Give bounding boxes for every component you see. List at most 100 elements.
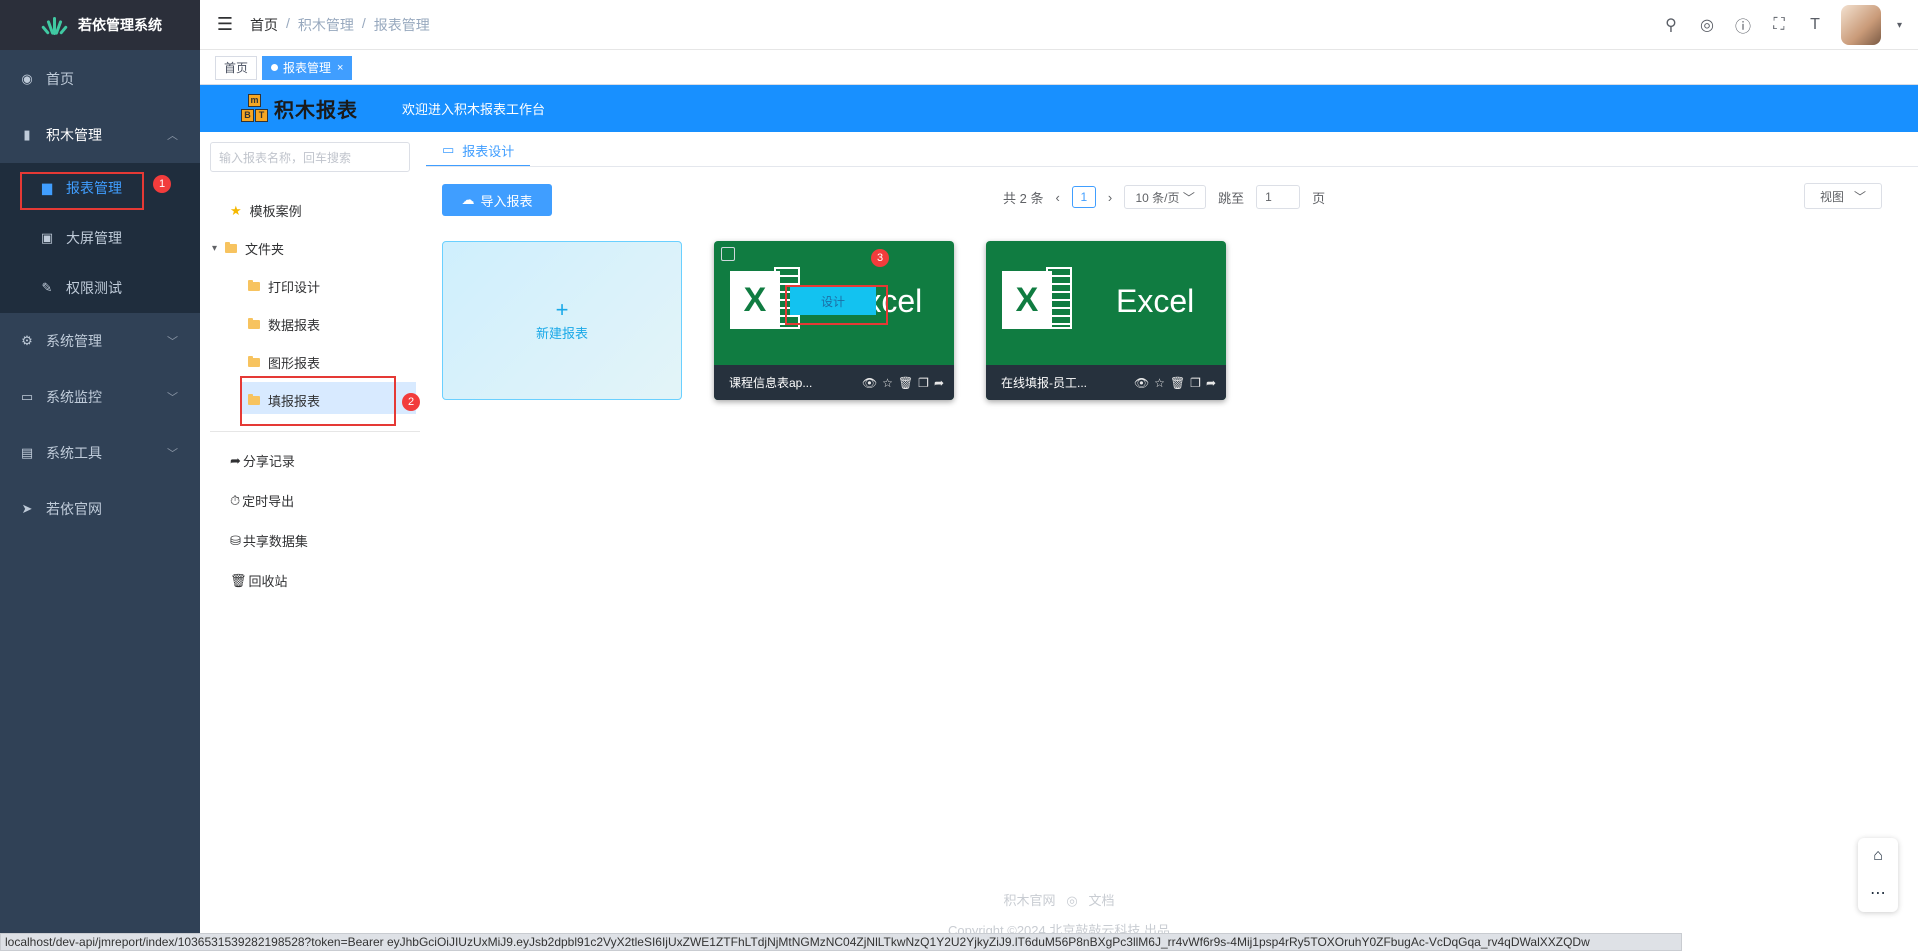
tree-item-template[interactable]: ★ 模板案例 [230,201,302,220]
menu-jimu[interactable]: ▮ 积木管理 ︿ [0,107,200,163]
caret-down-icon[interactable]: ▾ [1897,20,1902,31]
app-logo[interactable]: 若依管理系统 [0,0,200,50]
excel-icon: X [730,271,780,329]
edit-icon: ✎ [41,280,53,295]
plus-icon: + [555,297,569,322]
tree-item-print[interactable]: 打印设计 [248,277,320,296]
menu-monitor[interactable]: ▭ 系统监控 ﹀ [0,369,200,425]
pager-current-page[interactable]: 1 [1071,186,1096,208]
tree-item-folder[interactable]: ▾ 文件夹 [212,239,284,258]
share-icon[interactable]: ➦ [934,376,944,390]
avatar[interactable] [1840,5,1881,45]
toolbox-icon: ▤ [20,445,34,460]
star-outline-icon[interactable]: ☆ [1154,376,1165,390]
import-label: 导入报表 [480,193,533,209]
share-icon: ➦ [230,452,241,468]
tree-item-recycle[interactable]: 🗑 回收站 [230,571,288,590]
menu-tools-label: 系统工具 [46,445,102,461]
close-icon[interactable]: × [337,62,343,74]
pager-unit: 页 [1312,190,1326,206]
eye-icon[interactable]: 👁 [1134,376,1149,390]
import-report-button[interactable]: ☁ 导入报表 [442,184,552,216]
gear-icon: ⚙ [21,333,33,348]
menu-tools[interactable]: ▤ 系统工具 ﹀ [0,425,200,481]
expand-icon[interactable]: ▾ [212,243,217,254]
search-icon[interactable]: ⚲ [1661,15,1681,35]
copy-icon[interactable]: ❐ [1190,376,1201,390]
tree-item-label: 文件夹 [245,242,285,257]
chevron-down-icon: ﹀ [167,448,178,460]
report-tree: 输入报表名称，回车搜索 ★ 模板案例 ▾ 文件夹 打印设计 数据报表 图形报表 … [200,132,430,932]
tree-item-label: 图形报表 [268,356,321,371]
menu-site[interactable]: ➤ 若依官网 [0,481,200,537]
breadcrumb: 首页 / 积木管理 / 报表管理 [250,15,430,35]
more-icon[interactable]: ⋯ [1870,883,1886,903]
navbar-right: ⚲ ◎ ⓘ ⛶ T ▾ [1661,0,1902,50]
excel-icon: X [1002,271,1052,329]
card-checkbox[interactable] [721,247,735,261]
tag-home[interactable]: 首页 [215,55,258,80]
star-outline-icon[interactable]: ☆ [882,376,893,390]
fullscreen-icon[interactable]: ⛶ [1769,15,1789,35]
sidebar-item-screen-label: 大屏管理 [66,230,122,246]
trash-icon[interactable]: 🗑 [898,376,913,390]
pagination: 共 2 条 ‹ 1 › 10 条/页 ﹀ 跳至 1 页 [1003,184,1325,210]
monitor-icon: ▭ [442,142,455,157]
view-select[interactable]: 视图 ﹀ [1804,183,1882,209]
folder-icon [248,318,260,329]
pager-jump-input[interactable]: 1 [1256,185,1301,209]
new-report-card[interactable]: + 新建报表 [442,241,682,400]
footer-link-docs[interactable]: 文档 [1089,893,1115,908]
trash-icon[interactable]: 🗑 [1170,376,1185,390]
menu-system-label: 系统管理 [46,333,102,349]
tab-report-design[interactable]: ▭ 报表设计 [426,135,531,167]
excel-thumbnail: X Excel [986,241,1226,365]
folder-icon [248,280,260,291]
tree-item-label: 模板案例 [249,204,302,219]
annotation-badge: 1 [153,175,171,193]
chevron-left-icon[interactable]: ‹ [1055,190,1059,205]
report-card[interactable]: X Excel 在线填报-员工... 👁 ☆ 🗑 ❐ ➦ [986,241,1226,400]
breadcrumb-jimu[interactable]: 积木管理 [298,15,354,35]
tree-item-graph[interactable]: 图形报表 [248,353,320,372]
footer-link-site[interactable]: 积木官网 [1003,893,1055,908]
hamburger-icon[interactable]: ☰ [200,14,250,35]
share-icon[interactable]: ➦ [1206,376,1216,390]
sidebar-item-screen[interactable]: ▣ 大屏管理 [0,213,200,263]
tree-item-share[interactable]: ➦ 分享记录 [230,451,295,470]
card-actions: 👁 ☆ 🗑 ❐ ➦ [862,365,944,400]
copy-icon[interactable]: ❐ [918,376,929,390]
question-icon[interactable]: ⓘ [1733,15,1753,36]
screen-icon: ▣ [40,230,54,245]
eye-icon[interactable]: 👁 [862,376,877,390]
menu-home[interactable]: ◉ 首页 [0,51,200,107]
tree-item-data[interactable]: 数据报表 [248,315,320,334]
tree-item-dataset[interactable]: ⛁ 共享数据集 [230,531,308,550]
highlight-box [240,376,396,426]
sidebar-item-permission[interactable]: ✎ 权限测试 [0,263,200,313]
tree-item-timed[interactable]: ⏱ 定时导出 [230,491,294,510]
page-size-select[interactable]: 10 条/页 ﹀ [1124,185,1207,209]
active-dot-icon [271,64,279,71]
view-label: 视图 [1819,189,1844,204]
font-size-icon[interactable]: T [1805,15,1825,35]
chevron-right-icon[interactable]: › [1108,190,1112,205]
card-title: 课程信息表ap... [729,376,813,390]
tag-report[interactable]: 报表管理 × [262,55,353,80]
home-icon[interactable]: ⌂ [1873,847,1883,865]
menu-system[interactable]: ⚙ 系统管理 ﹀ [0,313,200,369]
status-url: localhost/dev-api/jmreport/index/1036531… [0,933,1682,951]
menu-jimu-label: 积木管理 [46,127,102,143]
tree-item-label: 回收站 [248,574,288,589]
page-size-value: 10 条/页 [1135,190,1180,205]
jimu-logo: m B T 积木报表 [240,93,358,124]
tab-label: 报表设计 [462,143,515,159]
highlight-box [20,172,144,210]
report-banner: m B T 积木报表 欢迎进入积木报表工作台 [200,85,1918,132]
github-icon[interactable]: ◎ [1697,15,1717,35]
send-icon: ➤ [21,501,33,516]
tree-item-label: 分享记录 [242,454,295,469]
breadcrumb-home[interactable]: 首页 [250,15,278,35]
search-input[interactable]: 输入报表名称，回车搜索 [210,142,410,172]
star-icon: ★ [230,202,242,218]
